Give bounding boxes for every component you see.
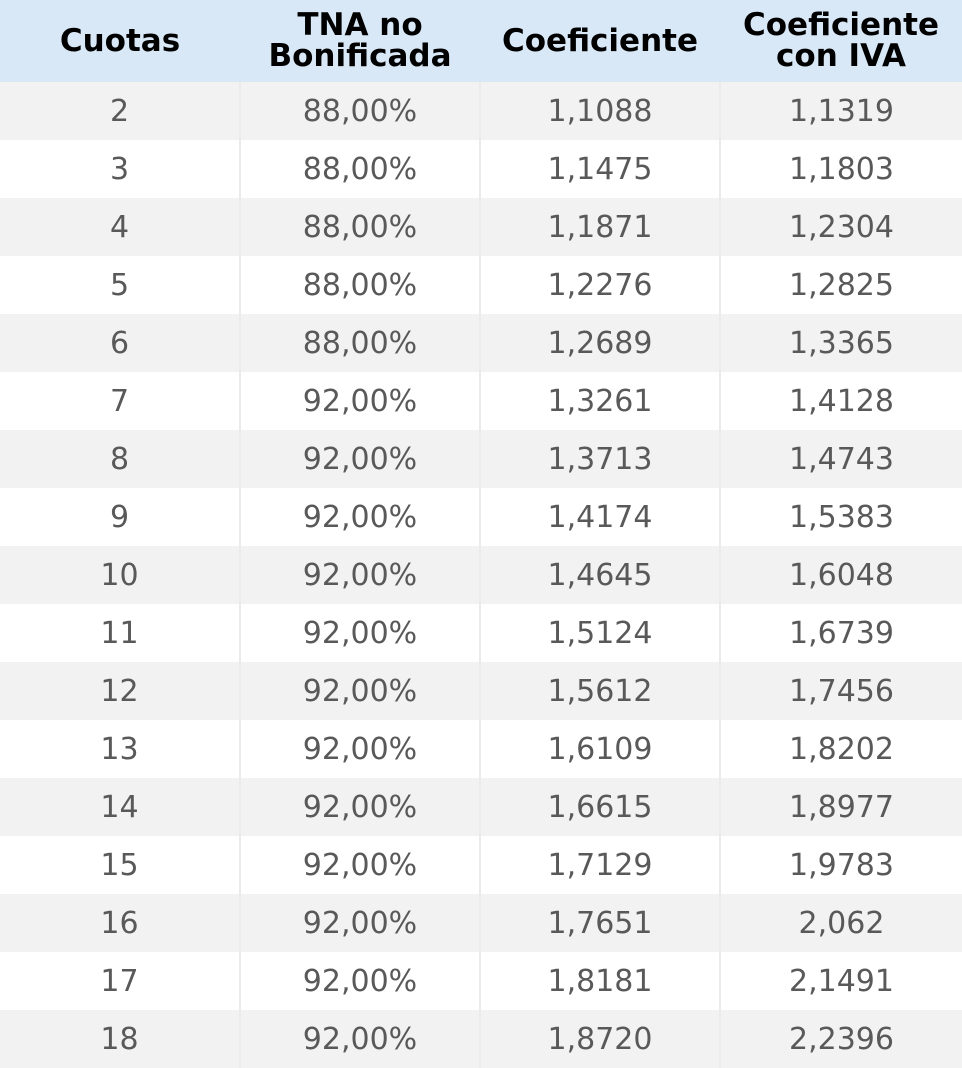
header-coeficiente-iva: Coeficiente con IVA: [720, 0, 962, 82]
cell-coeficiente-iva: 2,062: [719, 894, 962, 952]
cell-cuotas: 16: [100, 905, 139, 941]
cell-tna: 92,00%: [239, 778, 480, 836]
cell-tna: 88,00%: [239, 314, 480, 372]
table-row: 11 92,00% 1,5124 1,6739: [0, 604, 962, 662]
cell-coeficiente: 1,4174: [479, 488, 720, 546]
cell-cuotas: 17: [100, 963, 139, 999]
cell-coeficiente-iva: 1,3365: [719, 314, 962, 372]
table-row: 16 92,00% 1,7651 2,062: [0, 894, 962, 952]
cell-tna: 92,00%: [239, 546, 480, 604]
header-tna-line-2: Bonificada: [268, 38, 452, 74]
cell-tna: 88,00%: [239, 198, 480, 256]
cell-coeficiente-iva: 1,8977: [719, 778, 962, 836]
cell-tna: 92,00%: [239, 952, 480, 1010]
table-row: 10 92,00% 1,4645 1,6048: [0, 546, 962, 604]
cell-cuotas: 3: [109, 151, 130, 187]
table-row: 17 92,00% 1,8181 2,1491: [0, 952, 962, 1010]
cell-coeficiente-iva: 1,2304: [719, 198, 962, 256]
cell-tna: 88,00%: [239, 256, 480, 314]
cell-coeficiente: 1,2689: [479, 314, 720, 372]
cell-coeficiente: 1,6615: [479, 778, 720, 836]
table-row: 3 88,00% 1,1475 1,1803: [0, 140, 962, 198]
cell-coeficiente-iva: 1,2825: [719, 256, 962, 314]
cell-cuotas: 11: [100, 615, 139, 651]
table-row: 13 92,00% 1,6109 1,8202: [0, 720, 962, 778]
cell-coeficiente-iva: 2,2396: [719, 1010, 962, 1068]
cell-coeficiente: 1,3713: [479, 430, 720, 488]
header-coeficiente-iva-line-1: Coeficiente: [743, 7, 939, 43]
cell-coeficiente: 1,5612: [479, 662, 720, 720]
cell-tna: 92,00%: [239, 662, 480, 720]
header-tna: TNA no Bonificada: [240, 0, 480, 82]
table-row: 7 92,00% 1,3261 1,4128: [0, 372, 962, 430]
cell-coeficiente: 1,5124: [479, 604, 720, 662]
header-tna-line-1: TNA no: [297, 7, 423, 43]
cell-cuotas: 14: [100, 789, 139, 825]
cell-cuotas: 12: [100, 673, 139, 709]
cell-tna: 92,00%: [239, 604, 480, 662]
cell-cuotas: 5: [109, 267, 130, 303]
cell-coeficiente: 1,4645: [479, 546, 720, 604]
cell-cuotas: 2: [109, 93, 130, 129]
cell-cuotas: 9: [109, 499, 130, 535]
table-row: 14 92,00% 1,6615 1,8977: [0, 778, 962, 836]
table-row: 8 92,00% 1,3713 1,4743: [0, 430, 962, 488]
header-coeficiente-iva-line-2: con IVA: [776, 38, 906, 74]
cell-coeficiente: 1,3261: [479, 372, 720, 430]
table-row: 18 92,00% 1,8720 2,2396: [0, 1010, 962, 1068]
cell-cuotas: 10: [100, 557, 139, 593]
cell-tna: 92,00%: [239, 430, 480, 488]
cell-coeficiente-iva: 1,8202: [719, 720, 962, 778]
cell-coeficiente: 1,1475: [479, 140, 720, 198]
header-coeficiente-line: Coeficiente: [502, 22, 698, 59]
cell-coeficiente: 1,8181: [479, 952, 720, 1010]
cell-coeficiente-iva: 1,5383: [719, 488, 962, 546]
table-row: 9 92,00% 1,4174 1,5383: [0, 488, 962, 546]
table-row: 5 88,00% 1,2276 1,2825: [0, 256, 962, 314]
cell-coeficiente: 1,8720: [479, 1010, 720, 1068]
cell-coeficiente: 1,7129: [479, 836, 720, 894]
cell-cuotas: 6: [109, 325, 130, 361]
cell-coeficiente: 1,2276: [479, 256, 720, 314]
cell-tna: 88,00%: [239, 140, 480, 198]
table-row: 12 92,00% 1,5612 1,7456: [0, 662, 962, 720]
cell-coeficiente-iva: 1,7456: [719, 662, 962, 720]
cell-cuotas: 13: [100, 731, 139, 767]
cell-coeficiente: 1,1088: [479, 82, 720, 140]
table-row: 2 88,00% 1,1088 1,1319: [0, 82, 962, 140]
table-row: 6 88,00% 1,2689 1,3365: [0, 314, 962, 372]
header-cuotas-line: Cuotas: [59, 22, 181, 59]
cell-tna: 92,00%: [239, 488, 480, 546]
cell-tna: 88,00%: [239, 82, 480, 140]
cell-coeficiente-iva: 2,1491: [719, 952, 962, 1010]
cell-coeficiente-iva: 1,4743: [719, 430, 962, 488]
cell-cuotas: 8: [109, 441, 130, 477]
cell-coeficiente-iva: 1,6048: [719, 546, 962, 604]
cell-coeficiente: 1,7651: [479, 894, 720, 952]
cell-coeficiente: 1,1871: [479, 198, 720, 256]
cell-coeficiente: 1,6109: [479, 720, 720, 778]
cell-cuotas: 7: [109, 383, 130, 419]
cell-cuotas: 4: [109, 209, 130, 245]
cell-tna: 92,00%: [239, 1010, 480, 1068]
header-coeficiente: Coeficiente: [480, 0, 720, 82]
table-row: 15 92,00% 1,7129 1,9783: [0, 836, 962, 894]
cell-tna: 92,00%: [239, 372, 480, 430]
installments-table: Cuotas TNA no Bonificada Coeficiente Coe…: [0, 0, 962, 1068]
header-row: Cuotas TNA no Bonificada Coeficiente Coe…: [0, 0, 962, 82]
cell-coeficiente-iva: 1,9783: [719, 836, 962, 894]
cell-coeficiente-iva: 1,6739: [719, 604, 962, 662]
cell-cuotas: 18: [100, 1021, 139, 1057]
cell-coeficiente-iva: 1,1319: [719, 82, 962, 140]
cell-cuotas: 15: [100, 847, 139, 883]
cell-coeficiente-iva: 1,4128: [719, 372, 962, 430]
cell-coeficiente-iva: 1,1803: [719, 140, 962, 198]
header-cuotas: Cuotas: [0, 0, 240, 82]
cell-tna: 92,00%: [239, 894, 480, 952]
table-row: 4 88,00% 1,1871 1,2304: [0, 198, 962, 256]
table-body: 2 88,00% 1,1088 1,1319 3 88,00% 1,1475 1,1803 4 8…: [0, 82, 962, 1068]
cell-tna: 92,00%: [239, 720, 480, 778]
table-header: Cuotas TNA no Bonificada Coeficiente Coe…: [0, 0, 962, 82]
cell-tna: 92,00%: [239, 836, 480, 894]
